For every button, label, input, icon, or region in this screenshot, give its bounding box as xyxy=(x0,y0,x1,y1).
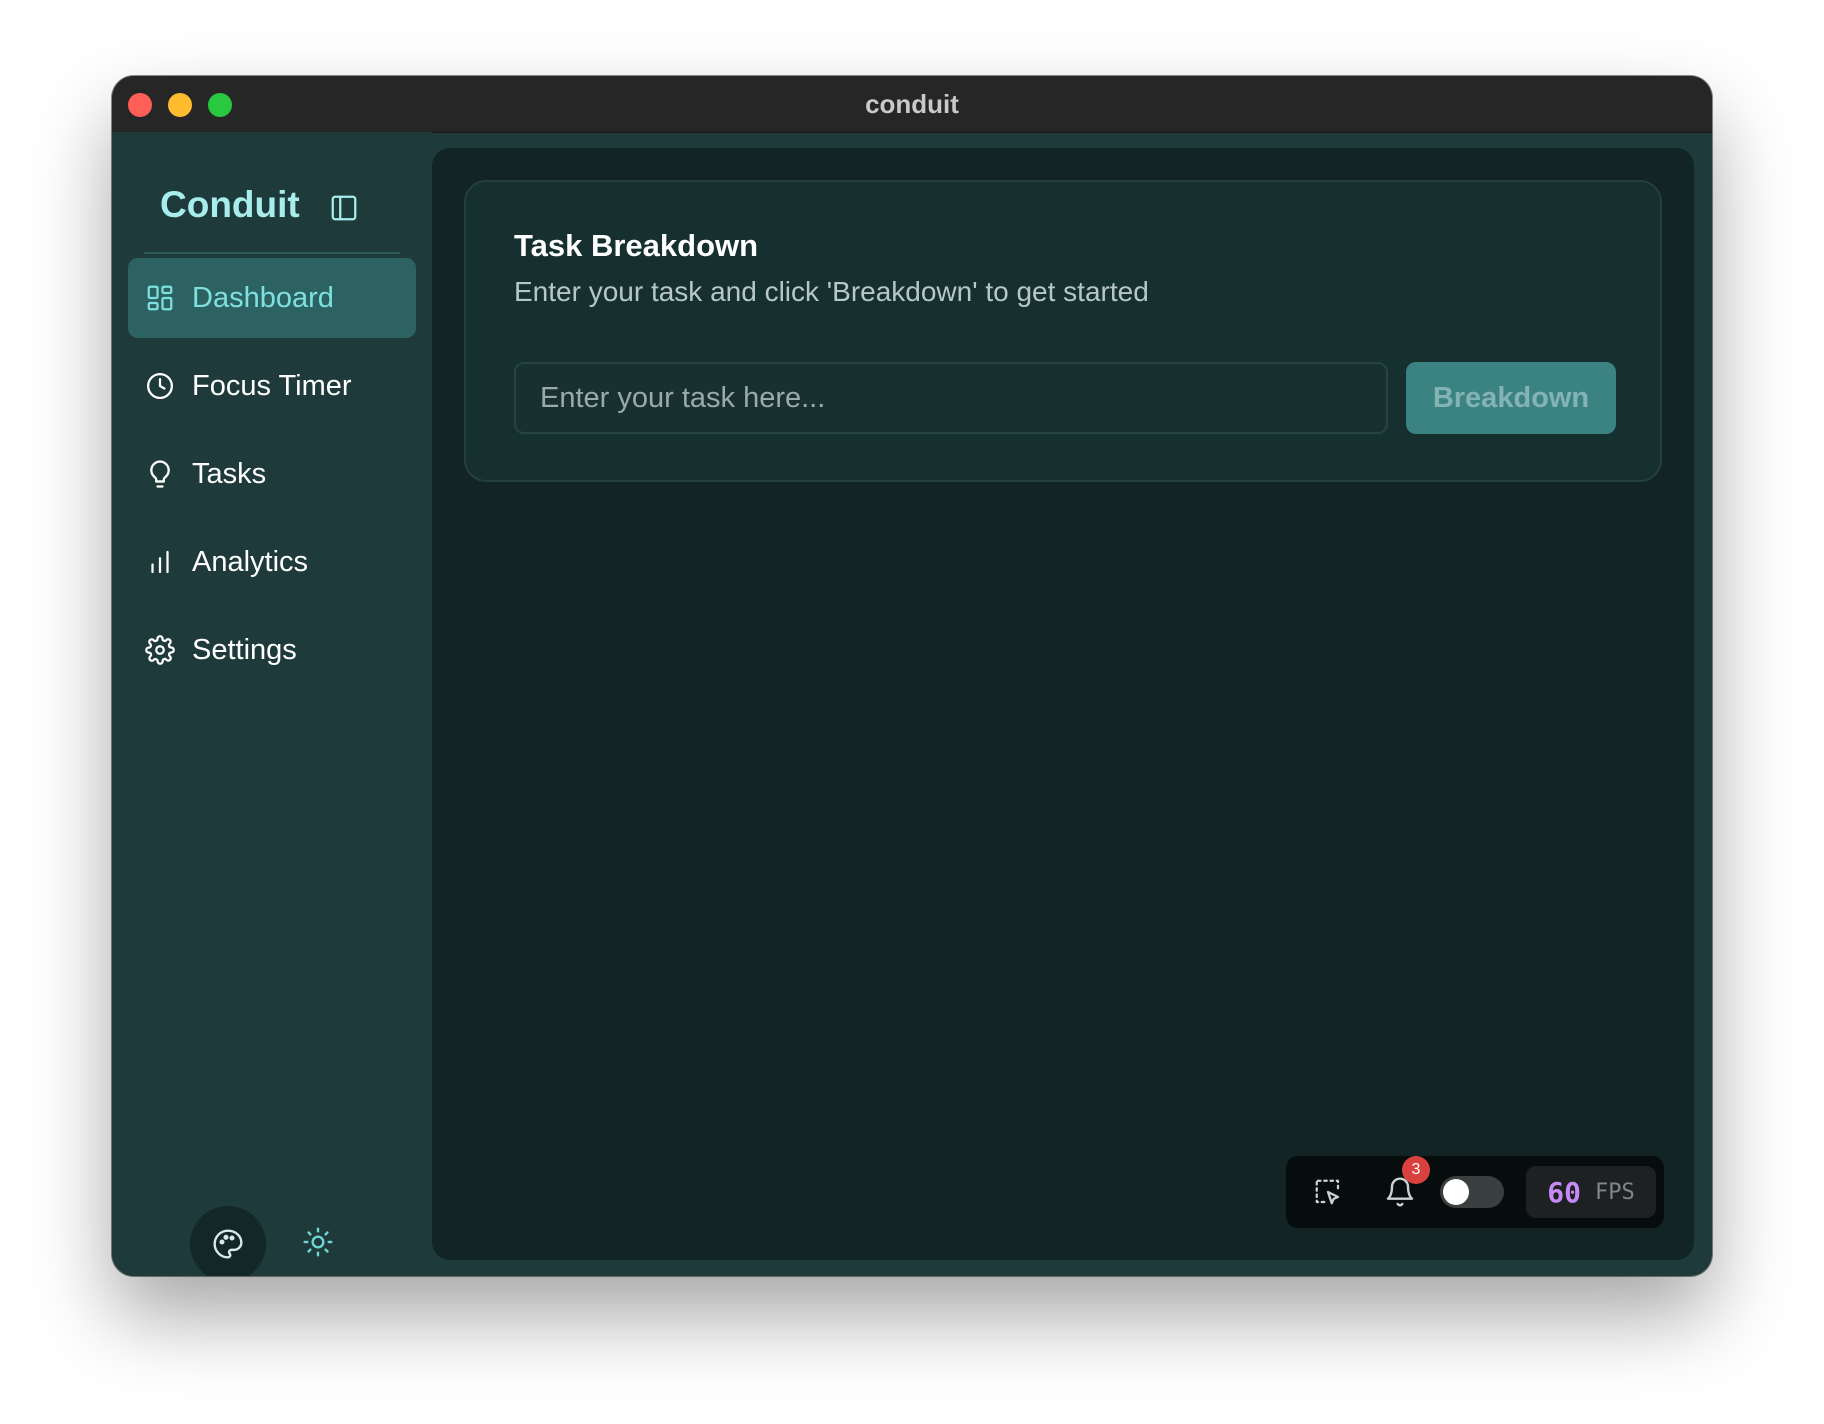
title-bar: conduit xyxy=(112,76,1712,133)
clock-icon xyxy=(144,370,176,402)
element-select-button[interactable] xyxy=(1310,1174,1346,1210)
sidebar-item-label: Focus Timer xyxy=(192,369,352,402)
task-breakdown-card: Task Breakdown Enter your task and click… xyxy=(464,180,1662,482)
sidebar-item-label: Analytics xyxy=(192,545,309,578)
sidebar-item-label: Dashboard xyxy=(192,281,334,314)
sun-icon xyxy=(303,1227,333,1257)
sidebar-item-analytics[interactable]: Analytics xyxy=(128,522,416,602)
sidebar-item-focus-timer[interactable]: Focus Timer xyxy=(128,346,416,426)
light-mode-button[interactable] xyxy=(298,1222,338,1262)
brand-title: Conduit xyxy=(160,184,300,225)
dev-toolbar: 3 60 FPS xyxy=(1286,1156,1664,1228)
fps-label: FPS xyxy=(1594,1179,1635,1205)
lightbulb-icon xyxy=(144,458,176,490)
notification-count-badge: 3 xyxy=(1402,1156,1430,1184)
window-title: conduit xyxy=(865,89,959,119)
sidebar-item-label: Settings xyxy=(192,633,297,666)
sidebar-panel-icon xyxy=(331,195,357,221)
sidebar-item-label: Tasks xyxy=(192,457,267,490)
dev-toggle-switch[interactable] xyxy=(1440,1176,1504,1208)
gear-icon xyxy=(144,634,176,666)
sidebar-divider xyxy=(144,252,400,254)
theme-palette-button[interactable] xyxy=(190,1206,266,1276)
app-window: conduit Conduit Dashboard Focus Timer Ta… xyxy=(112,76,1712,1276)
card-title: Task Breakdown xyxy=(514,228,759,263)
sidebar-nav: Dashboard Focus Timer Tasks Analytics Se… xyxy=(128,258,416,698)
card-subtitle: Enter your task and click 'Breakdown' to… xyxy=(514,276,1149,307)
sidebar-toggle-button[interactable] xyxy=(326,190,362,226)
select-cursor-icon xyxy=(1315,1179,1340,1205)
bar-chart-icon xyxy=(144,546,176,578)
task-input[interactable] xyxy=(514,362,1388,434)
main-content: Task Breakdown Enter your task and click… xyxy=(432,148,1694,1260)
sidebar-item-tasks[interactable]: Tasks xyxy=(128,434,416,514)
palette-icon xyxy=(213,1229,243,1259)
sidebar-item-settings[interactable]: Settings xyxy=(128,610,416,690)
toggle-knob xyxy=(1443,1179,1469,1205)
dashboard-icon xyxy=(144,282,176,314)
sidebar-item-dashboard[interactable]: Dashboard xyxy=(128,258,416,338)
breakdown-button[interactable]: Breakdown xyxy=(1406,362,1616,434)
fps-value: 60 xyxy=(1547,1175,1581,1209)
sidebar: Conduit Dashboard Focus Timer Tasks Anal… xyxy=(112,132,432,1276)
fps-meter: 60 FPS xyxy=(1526,1166,1656,1218)
